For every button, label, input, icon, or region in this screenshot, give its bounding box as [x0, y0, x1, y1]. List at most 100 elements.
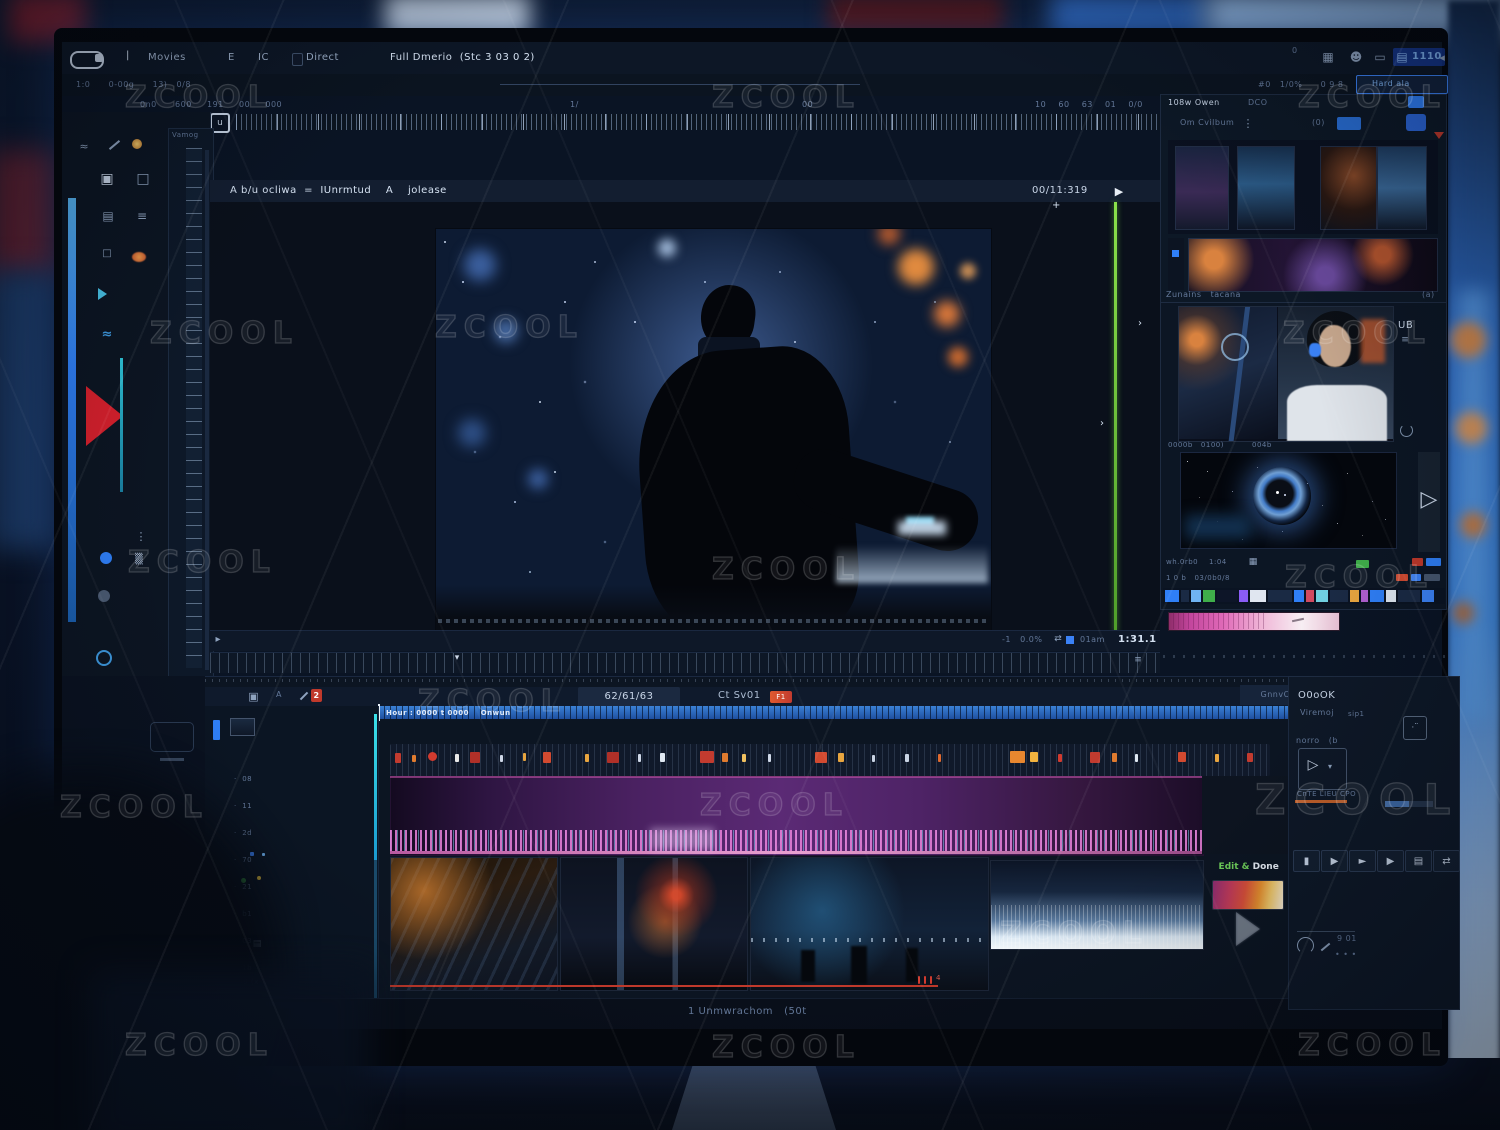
track-thumb-box[interactable] — [230, 718, 255, 736]
sequence-badge: F1 — [770, 691, 792, 703]
play-small-icon[interactable] — [98, 288, 107, 300]
fx-frame-icon[interactable]: ·¨ — [1403, 716, 1427, 740]
video-clip-4[interactable] — [990, 860, 1204, 950]
chevron-right-1[interactable]: › — [1138, 318, 1143, 330]
project-footer-right[interactable]: (a) — [1422, 290, 1435, 300]
scrub-bar[interactable] — [210, 652, 1160, 673]
mini-clip — [1181, 590, 1189, 602]
menu-item-ic[interactable]: IC — [258, 52, 269, 64]
photo-stage: | Movies E IC Direct Full Dmerio (Stc 3 … — [0, 0, 1500, 1130]
video-clip-3[interactable] — [750, 857, 989, 991]
more-dots-icon[interactable]: ⋮ — [134, 528, 148, 544]
clip-filmstrip[interactable] — [1188, 238, 1438, 292]
user-icon[interactable]: ☻ — [1348, 49, 1364, 65]
bin-alert-icon — [1434, 132, 1444, 139]
project-tab-icon[interactable] — [1408, 96, 1424, 108]
fx-preset-label[interactable]: Viremoj — [1300, 708, 1334, 718]
square-icon[interactable]: □ — [100, 246, 114, 260]
dual-image-frame[interactable] — [1178, 306, 1394, 442]
label-chip[interactable] — [1337, 117, 1361, 130]
panel-b-icon[interactable]: □ — [134, 170, 152, 188]
clip-thumb-2[interactable] — [1237, 146, 1295, 230]
transport-loop-button[interactable]: ⇄ — [1433, 850, 1460, 872]
zoom-level[interactable]: -1 0.0% — [1002, 635, 1042, 645]
chevron-right-2[interactable]: › — [1100, 418, 1105, 430]
space-clip[interactable] — [1180, 452, 1397, 549]
bin-label[interactable]: Om Cvilbum — [1180, 118, 1234, 128]
video-clip-1[interactable] — [390, 857, 558, 991]
preview-play-icon[interactable]: ▶ — [1112, 183, 1126, 199]
panel-a-icon[interactable]: ▣ — [98, 170, 116, 188]
snap-icon[interactable]: ▣ — [246, 689, 261, 703]
grid-icon[interactable]: ▦ — [1320, 49, 1336, 65]
refresh-icon[interactable] — [1400, 424, 1413, 437]
clip4-streaks — [991, 905, 1203, 949]
marker-track[interactable] — [390, 744, 1270, 776]
timeline-ruler-blue[interactable] — [378, 706, 1290, 719]
transport-stop-button[interactable]: ▮ — [1293, 850, 1320, 872]
scrub-marker[interactable]: ▾ — [452, 652, 462, 664]
gold-dot-icon[interactable] — [132, 139, 142, 149]
track-toggle-blue[interactable] — [213, 720, 220, 740]
transport-film-button[interactable]: ▤ — [1405, 850, 1432, 872]
gray-blob-icon[interactable] — [98, 590, 110, 602]
expand-icon[interactable]: ▸ — [212, 632, 224, 646]
new-item-button[interactable] — [1406, 114, 1426, 131]
marker-chip — [585, 754, 589, 762]
mini-clip — [1330, 590, 1348, 602]
fx-progress[interactable] — [1385, 801, 1433, 807]
bg-left-blue — [0, 270, 56, 550]
mini-clip — [1350, 590, 1359, 602]
list-icon[interactable]: ≡ — [134, 208, 150, 224]
wave-tool-icon[interactable]: ≈ — [76, 138, 92, 154]
project-tab-2[interactable]: DCO — [1248, 98, 1268, 108]
menu-item-movies[interactable]: Movies — [148, 52, 186, 64]
bin-settings-icon[interactable]: ⋮ — [1240, 115, 1256, 131]
film-icon[interactable]: ▤ — [100, 208, 116, 224]
project-tab-1[interactable]: 108w Owen — [1168, 98, 1220, 108]
video-clip-2[interactable] — [560, 857, 748, 991]
rail-play-icon[interactable]: ▷ — [1418, 482, 1440, 516]
transport-step-button[interactable]: ► — [1349, 850, 1376, 872]
ring-icon[interactable] — [96, 650, 112, 666]
timecode-ruler[interactable] — [236, 114, 1160, 130]
panel-icon[interactable]: ▭ — [1372, 49, 1388, 65]
video-bokeh-b3 — [458, 419, 486, 447]
blue-wave-icon[interactable]: ≈ — [98, 326, 116, 342]
mini-clip-strip[interactable] — [1163, 588, 1445, 604]
meter-scrollbar[interactable] — [205, 150, 209, 670]
play-marker[interactable] — [86, 386, 123, 446]
error-badge[interactable]: 2 — [311, 689, 322, 702]
transport-play-button[interactable]: ▶ — [1321, 850, 1348, 872]
transport-play2-button[interactable]: ▶ — [1377, 850, 1404, 872]
doc-icon[interactable]: ▤ — [1394, 49, 1410, 65]
hard-button-label[interactable]: Hard ala — [1372, 79, 1410, 89]
scrub-menu-icon[interactable]: ≡ — [1132, 654, 1144, 666]
fx-circle-icon[interactable] — [1297, 937, 1314, 954]
clip-thumb-1[interactable] — [1175, 146, 1229, 230]
mini-tabs[interactable]: 10 60 63 01 0/0 — [1035, 100, 1143, 110]
menu-item-e[interactable]: E — [228, 52, 235, 64]
striped-play-icon[interactable] — [1236, 912, 1260, 946]
fx-motion-row[interactable]: norro (b — [1296, 736, 1338, 746]
clip-thumb-4[interactable] — [1377, 146, 1427, 230]
flag-icon[interactable]: ◂ — [1436, 49, 1448, 65]
fx-dots[interactable]: • • • — [1335, 950, 1357, 960]
source-side-label: UB — [1398, 320, 1413, 332]
menu-item-direct[interactable]: Direct — [306, 52, 339, 64]
left-blue-strip[interactable] — [68, 198, 76, 622]
gradient-clip-chip[interactable] — [1212, 880, 1284, 910]
fx-play-box[interactable]: ▷ ▾ — [1298, 748, 1347, 790]
tool-a-icon[interactable]: A — [276, 690, 282, 700]
flame-icon[interactable] — [132, 252, 146, 262]
blue-disc-icon[interactable] — [100, 552, 112, 564]
monitor-stand — [672, 1058, 836, 1130]
clip-thumb-3[interactable] — [1320, 146, 1377, 230]
sub-bar — [62, 74, 1442, 96]
texture-icon[interactable]: ▒ — [132, 552, 146, 566]
meta-grid-icon[interactable]: ▦ — [1246, 556, 1260, 568]
sequence-tab[interactable]: 62/61/63 — [578, 687, 680, 706]
gap-widget[interactable] — [150, 722, 194, 752]
mini-clip — [1165, 590, 1179, 602]
fit-icon[interactable]: ⇄ — [1052, 633, 1064, 645]
